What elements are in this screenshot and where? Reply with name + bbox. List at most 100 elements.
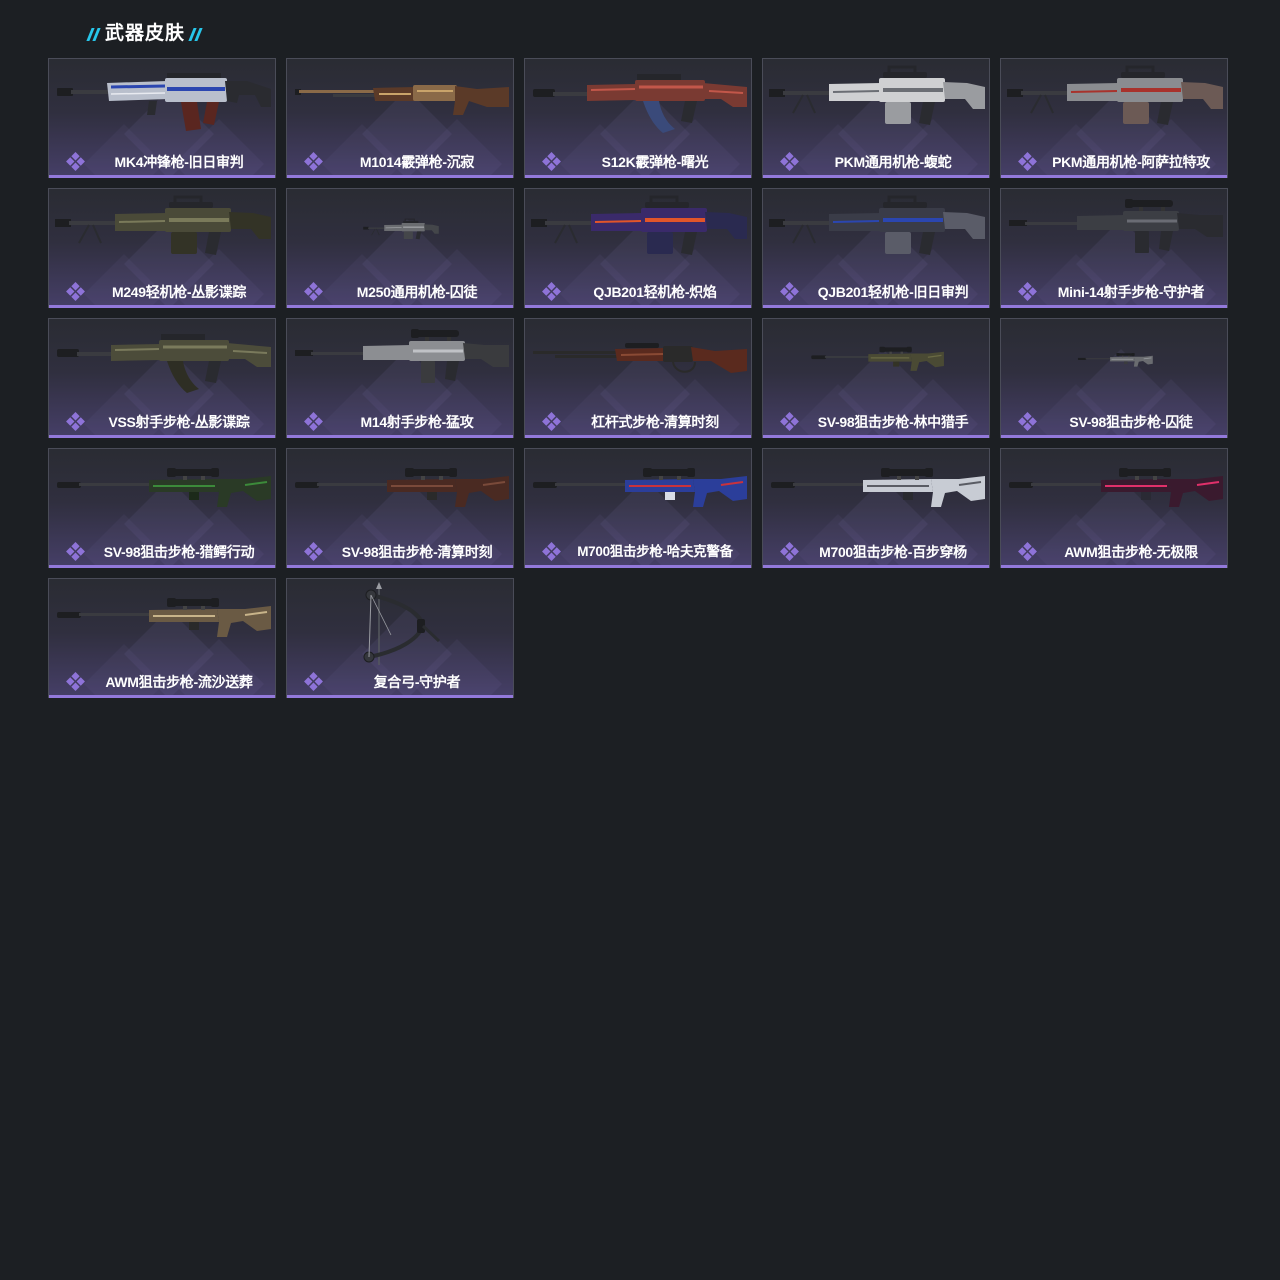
- skin-card[interactable]: M14射手步枪-猛攻: [286, 318, 514, 438]
- weapon-skin-grid: MK4冲锋枪-旧日审判 M1014霰弹枪-沉寂 S12K霰弹枪-曙光 PKM通用…: [48, 58, 1228, 698]
- sniper-rifle-icon: [811, 346, 944, 371]
- marksman-rifle-icon: [295, 329, 509, 383]
- rarity-bar: [763, 565, 989, 568]
- rarity-diamond-icon: [542, 282, 561, 301]
- skin-name: M1014霰弹枪-沉寂: [359, 154, 475, 170]
- skin-card[interactable]: MK4冲锋枪-旧日审判: [48, 58, 276, 178]
- skin-name-row: PKM通用机枪-蝮蛇: [803, 153, 983, 171]
- section-header: 武器皮肤: [86, 23, 203, 45]
- rarity-diamond-icon: [66, 672, 85, 691]
- machine-gun-icon: [55, 195, 271, 255]
- skin-name-row: SV-98狙击步枪-清算时刻: [327, 543, 507, 561]
- rarity-bar: [49, 305, 275, 308]
- rarity-diamond-icon: [304, 412, 323, 431]
- skin-card[interactable]: SV-98狙击步枪-囚徒: [1000, 318, 1228, 438]
- skin-name-row: AWM狙击步枪-流沙送葬: [89, 673, 269, 691]
- skin-card[interactable]: SV-98狙击步枪-清算时刻: [286, 448, 514, 568]
- skin-card[interactable]: PKM通用机枪-蝮蛇: [762, 58, 990, 178]
- rarity-bar: [49, 435, 275, 438]
- rarity-diamond-icon: [1018, 412, 1037, 431]
- sniper-rifle-icon: [1077, 352, 1153, 367]
- skin-name-row: M250通用机枪-囚徒: [327, 283, 507, 301]
- rarity-bar: [525, 435, 751, 438]
- sniper-rifle-icon: [1009, 468, 1223, 507]
- skin-name: QJB201轻机枪-炽焰: [593, 284, 717, 300]
- skin-card[interactable]: PKM通用机枪-阿萨拉特攻: [1000, 58, 1228, 178]
- skin-card[interactable]: M250通用机枪-囚徒: [286, 188, 514, 308]
- rarity-bar: [525, 565, 751, 568]
- rarity-bar: [763, 305, 989, 308]
- skin-name-row: PKM通用机枪-阿萨拉特攻: [1041, 153, 1221, 171]
- sniper-rifle-icon: [57, 598, 271, 637]
- skin-name-row: MK4冲锋枪-旧日审判: [89, 153, 269, 171]
- skin-name-row: SV-98狙击步枪-林中猎手: [803, 413, 983, 431]
- skin-card[interactable]: QJB201轻机枪-旧日审判: [762, 188, 990, 308]
- rarity-diamond-icon: [304, 542, 323, 561]
- skin-name: QJB201轻机枪-旧日审判: [817, 284, 969, 300]
- skin-card[interactable]: SV-98狙击步枪-猎鳄行动: [48, 448, 276, 568]
- skin-name: VSS射手步枪-丛影谍踪: [108, 414, 250, 430]
- sniper-rifle-icon: [771, 468, 985, 507]
- rarity-diamond-icon: [66, 152, 85, 171]
- skin-name-row: 杠杆式步枪-清算时刻: [565, 413, 745, 431]
- rarity-diamond-icon: [1018, 152, 1037, 171]
- skin-name: M250通用机枪-囚徒: [356, 284, 478, 300]
- machine-gun-icon: [1007, 65, 1223, 125]
- compound-bow-icon: [363, 582, 441, 665]
- skin-name-row: SV-98狙击步枪-囚徒: [1041, 413, 1221, 431]
- rarity-diamond-icon: [780, 282, 799, 301]
- skin-card[interactable]: M700狙击步枪-百步穿杨: [762, 448, 990, 568]
- skin-card[interactable]: VSS射手步枪-丛影谍踪: [48, 318, 276, 438]
- rarity-bar: [1001, 175, 1227, 178]
- rarity-diamond-icon: [542, 542, 561, 561]
- skin-card[interactable]: M1014霰弹枪-沉寂: [286, 58, 514, 178]
- rarity-bar: [49, 565, 275, 568]
- suppressed-rifle-icon: [57, 334, 271, 393]
- skin-card[interactable]: M249轻机枪-丛影谍踪: [48, 188, 276, 308]
- rarity-diamond-icon: [542, 412, 561, 431]
- skin-card[interactable]: QJB201轻机枪-炽焰: [524, 188, 752, 308]
- rarity-bar: [49, 175, 275, 178]
- skin-card[interactable]: S12K霰弹枪-曙光: [524, 58, 752, 178]
- skin-name-row: M1014霰弹枪-沉寂: [327, 153, 507, 171]
- skin-card[interactable]: 杠杆式步枪-清算时刻: [524, 318, 752, 438]
- rarity-diamond-icon: [304, 152, 323, 171]
- skin-name: M700狙击步枪-哈夫克警备: [577, 544, 733, 559]
- skin-name: MK4冲锋枪-旧日审判: [114, 154, 244, 170]
- skin-name: SV-98狙击步枪-林中猎手: [817, 414, 969, 430]
- section-title: 武器皮肤: [105, 23, 186, 44]
- rarity-diamond-icon: [780, 542, 799, 561]
- marksman-rifle-icon: [1009, 199, 1223, 253]
- skin-name: SV-98狙击步枪-囚徒: [1069, 414, 1193, 430]
- skin-card[interactable]: Mini-14射手步枪-守护者: [1000, 188, 1228, 308]
- skin-card[interactable]: AWM狙击步枪-无极限: [1000, 448, 1228, 568]
- skin-card[interactable]: AWM狙击步枪-流沙送葬: [48, 578, 276, 698]
- skin-name-row: M700狙击步枪-百步穿杨: [803, 543, 983, 561]
- skin-name: SV-98狙击步枪-猎鳄行动: [103, 544, 255, 560]
- machine-gun-icon: [531, 195, 747, 255]
- rarity-bar: [49, 695, 275, 698]
- rarity-bar: [287, 175, 513, 178]
- skin-card[interactable]: SV-98狙击步枪-林中猎手: [762, 318, 990, 438]
- skin-name-row: M249轻机枪-丛影谍踪: [89, 283, 269, 301]
- skin-name-row: 复合弓-守护者: [327, 673, 507, 691]
- skin-name: 杠杆式步枪-清算时刻: [591, 414, 719, 430]
- skin-card[interactable]: M700狙击步枪-哈夫克警备: [524, 448, 752, 568]
- skin-name: S12K霰弹枪-曙光: [601, 154, 709, 170]
- skin-name: PKM通用机枪-阿萨拉特攻: [1052, 154, 1210, 170]
- machine-gun-icon: [769, 195, 985, 255]
- rarity-bar: [1001, 305, 1227, 308]
- skin-name: M249轻机枪-丛影谍踪: [111, 284, 247, 300]
- skin-name: M700狙击步枪-百步穿杨: [819, 544, 967, 560]
- machine-gun-icon: [769, 65, 985, 125]
- rarity-bar: [1001, 565, 1227, 568]
- rarity-bar: [287, 565, 513, 568]
- rarity-bar: [525, 305, 751, 308]
- sniper-rifle-icon: [57, 468, 271, 507]
- skin-card[interactable]: 复合弓-守护者: [286, 578, 514, 698]
- slash-decoration-right: [188, 27, 203, 41]
- rarity-diamond-icon: [542, 152, 561, 171]
- skin-name: AWM狙击步枪-无极限: [1064, 544, 1198, 560]
- rarity-diamond-icon: [304, 672, 323, 691]
- slash-decoration-left: [86, 27, 101, 41]
